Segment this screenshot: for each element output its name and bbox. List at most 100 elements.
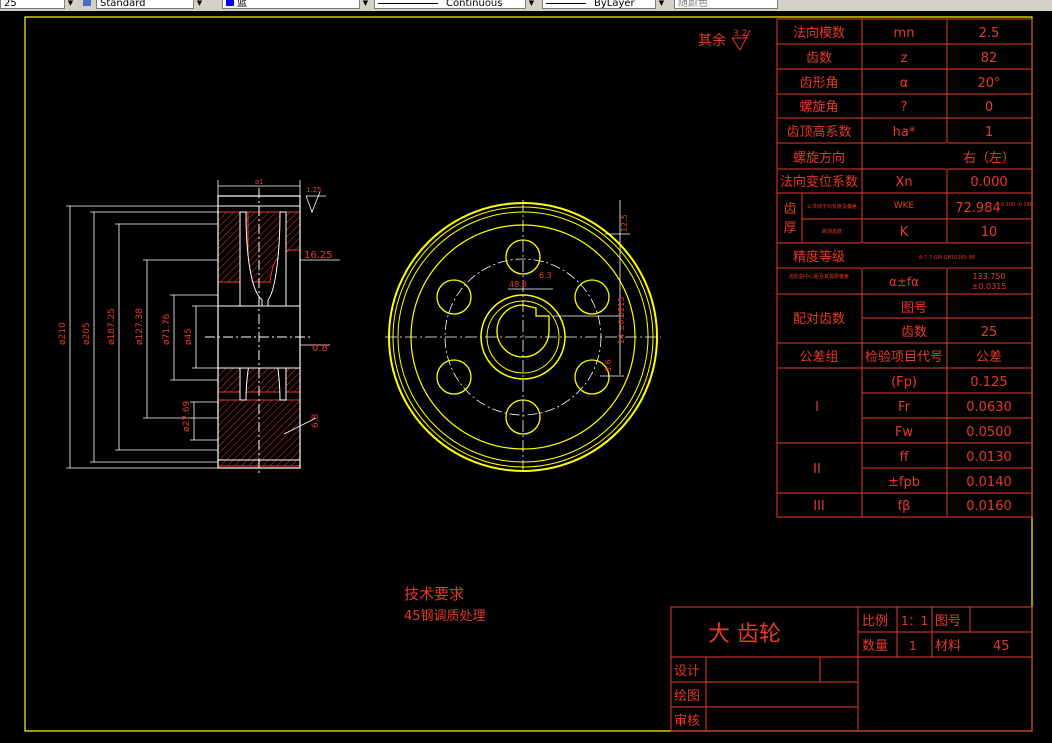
plotstyle-dropdown[interactable]: 随颜色 [674,0,778,9]
dim-r125: 12.5 [620,214,629,232]
dim-r68: 6.8 [311,413,321,428]
linetype-label: Continuous [446,0,503,9]
tol-header-tol: 公差 [976,350,1002,365]
dim-hub: 16.25 [304,250,333,261]
material-label: 材料 [935,639,961,654]
lineweight-dropdown[interactable]: ByLayer [542,0,666,9]
thickness-row2-value: 10 [981,225,998,240]
scale-value: 1：1 [901,614,928,628]
param-name: 齿顶高系数 [786,124,851,140]
center-distance-value: 133.750 [972,272,1005,281]
tol-group: I [815,400,819,415]
chevron-down-icon[interactable]: ▼ [193,0,205,9]
param-name: 法向模数 [793,25,845,41]
dim-d210: ø210 [58,322,68,345]
qty-label: 数量 [862,639,888,654]
param-value: 2.5 [979,26,1000,41]
param-symbol: Xn [895,175,912,190]
center-distance-label: 齿轮副中心距及其极限偏差 [789,273,849,280]
param-name: 法向变位系数 [780,174,858,190]
dim-width: ø1 [255,178,264,186]
center-distance-tol: ±0.0315 [972,282,1007,291]
param-name: 螺旋角 [799,100,838,115]
mating-teeth-label: 齿数 [901,325,927,340]
scale-label: 比例 [862,614,888,629]
mating-teeth-value: 25 [981,325,998,340]
tol-group: III [813,499,825,514]
thickness-label: 厚 [783,221,796,236]
thickness-row1-desc: 公法线平均长度及偏差 [807,203,857,210]
tol-value: 0.0140 [966,475,1012,490]
chevron-down-icon[interactable]: ▼ [525,0,537,9]
dim-r08: 0.8 [312,343,328,354]
title-block-text: 大 齿轮 比例 1：1 图号 数量 1 材料 45 设计 绘图 审核 [674,614,1010,729]
precision-value: 8-7-7 GM GB10095-88 [919,255,975,261]
param-value: 82 [981,51,998,66]
dim-d187: ø187.25 [107,308,117,345]
dim-d45: ø45 [184,328,194,345]
thickness-row1-tol: -0.106 -0.198 [999,202,1033,208]
dim-r36: 3.6 [604,359,613,372]
lineweight-label: ByLayer [594,0,635,9]
tol-code: Fw [895,425,913,440]
linetype-dropdown[interactable]: Continuous [374,0,536,9]
cad-drawing[interactable]: ø210 ø205 ø187.25 ø127.38 ø71.76 ø45 ø27… [0,11,1052,739]
tol-code: Fr [898,400,911,415]
notes-line: 45钢调质处理 [404,609,486,624]
chevron-down-icon[interactable]: ▼ [64,0,76,9]
thickness-row1-value: 72.984 [955,201,1001,216]
review-label: 审核 [674,714,700,729]
thickness-row2-symbol: K [900,225,909,240]
tol-value: 0.125 [970,375,1007,390]
param-symbol: ha* [893,125,916,140]
tol-code: (Fp) [891,375,917,390]
color-dropdown[interactable]: 蓝 [222,0,370,9]
draw-label: 绘图 [674,689,700,704]
dim-d27: ø27.69 [182,400,192,432]
tol-code: ff [900,450,910,465]
dim-key-t: 6.3 [539,271,552,280]
text-style-icon [83,0,91,6]
tol-code: ±fpb [888,475,920,490]
param-name: 螺旋方向 [793,150,845,166]
tol-header-group: 公差组 [799,350,838,365]
param-value: 1 [985,125,993,140]
qty-value: 1 [909,639,917,653]
mating-label: 配对齿数 [793,312,845,327]
notes-title: 技术要求 [404,585,464,603]
dim-d205: ø205 [82,322,92,345]
tol-value: 0.0130 [966,450,1012,465]
tol-value: 0.0630 [966,400,1012,415]
mating-drawing-label: 图号 [901,301,927,316]
param-symbol: ? [901,100,908,115]
dim-keyway-width: 48.8 [509,280,527,289]
param-value: 20° [977,76,1000,91]
text-style-dropdown[interactable]: Standard [96,0,204,9]
dim-keyway: 14 ±0.0215 [617,297,626,344]
tol-value: 0.0500 [966,425,1012,440]
chevron-down-icon[interactable]: ▼ [655,0,667,9]
layer-dropdown[interactable]: 25 [0,0,70,9]
roughness-note: 其余 3.2 [698,29,751,51]
dim-d71: ø71.76 [162,313,172,345]
dim-d127: ø127.38 [135,308,145,345]
thickness-rows: 齿 厚 公法线平均长度及偏差 WKE 72.984 -0.106 -0.198 … [783,201,1032,365]
param-rows: 法向模数 mn 2.5 齿数 z 82 齿形角 α 20° 螺旋角 ? 0 齿顶… [780,25,1015,190]
design-label: 设计 [674,664,700,679]
param-value: 0 [985,100,993,115]
front-view-dim-labels: 48.8 6.3 12.5 14 ±0.0215 3.6 [509,214,629,372]
thickness-row1-symbol: WKE [894,201,915,211]
drawing-canvas[interactable]: ø210 ø205 ø187.25 ø127.38 ø71.76 ø45 ø27… [0,11,1052,739]
color-label: 蓝 [237,0,247,9]
chevron-down-icon[interactable]: ▼ [359,0,371,9]
drawing-no-label: 图号 [935,614,961,629]
tol-header-code: 检验项目代号 [865,349,943,365]
precision-label: 精度等级 [793,249,845,265]
gear-parameter-table [776,18,1033,518]
param-symbol: mn [894,26,915,41]
tol-group: II [813,462,821,477]
dim-chamfer: 1.25 [306,186,322,194]
gear-section-view [205,188,313,476]
material-value: 45 [993,639,1010,654]
param-value: 右（左） [963,151,1015,166]
